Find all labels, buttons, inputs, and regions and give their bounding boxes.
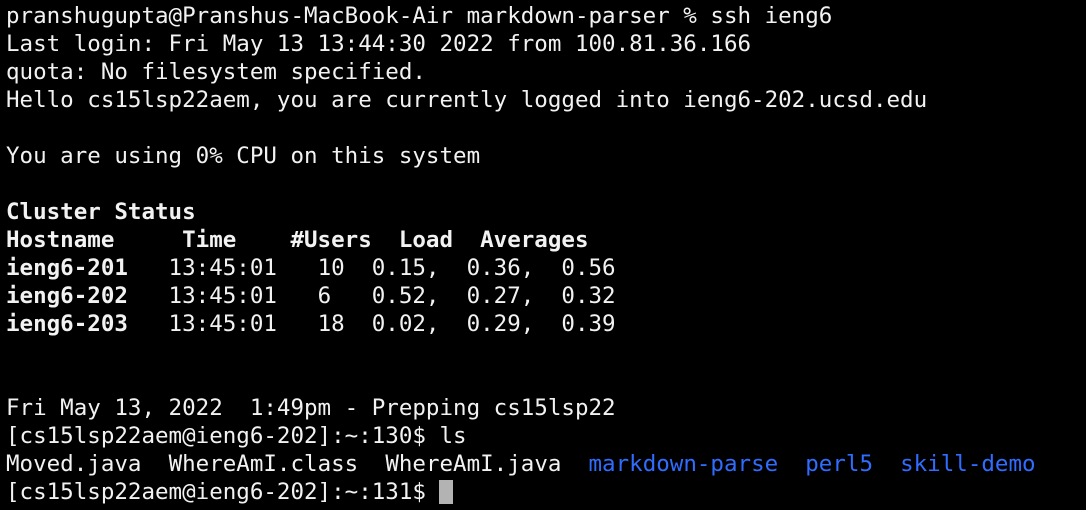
ssh-command-line: pranshugupta@Pranshus-MacBook-Air markdo… [6, 3, 833, 29]
cluster-row-values: 13:45:01 6 0.52, 0.27, 0.32 [127, 283, 616, 309]
ls-prompt-line: [cs15lsp22aem@ieng6-202]:~:130$ ls [6, 423, 467, 449]
motd-line: Fri May 13, 2022 1:49pm - Prepping cs15l… [6, 395, 616, 421]
ls-separator [358, 451, 385, 477]
cluster-row-values: 13:45:01 10 0.15, 0.36, 0.56 [127, 255, 616, 281]
text-cursor[interactable] [439, 480, 454, 504]
ls-separator [561, 451, 588, 477]
ls-directory-entry: skill-demo [900, 451, 1036, 477]
cpu-usage-line: You are using 0% CPU on this system [6, 143, 481, 169]
cluster-hostname: ieng6-202 [6, 283, 128, 309]
last-login-line: Last login: Fri May 13 13:44:30 2022 fro… [6, 31, 752, 57]
cluster-row: ieng6-203 13:45:01 18 0.02, 0.29, 0.39 [6, 310, 1086, 338]
cluster-row-values: 13:45:01 18 0.02, 0.29, 0.39 [127, 311, 616, 337]
cluster-row: ieng6-201 13:45:01 10 0.15, 0.36, 0.56 [6, 254, 1086, 282]
cluster-row: ieng6-202 13:45:01 6 0.52, 0.27, 0.32 [6, 282, 1086, 310]
ls-separator [141, 451, 168, 477]
ls-separator [873, 451, 900, 477]
ls-directory-entry: markdown-parse [588, 451, 779, 477]
ls-output-line: Moved.java WhereAmI.class WhereAmI.java … [6, 450, 1086, 478]
hello-line: Hello cs15lsp22aem, you are currently lo… [6, 87, 928, 113]
ls-separator [778, 451, 805, 477]
ls-directory-entry: perl5 [805, 451, 873, 477]
ls-file-entry: Moved.java [6, 451, 142, 477]
ls-file-entry: WhereAmI.class [168, 451, 359, 477]
ls-file-entry: WhereAmI.java [385, 451, 562, 477]
cluster-table-header: Hostname Time #Users Load Averages [6, 227, 589, 253]
current-prompt-line[interactable]: [cs15lsp22aem@ieng6-202]:~:131$ [6, 478, 1086, 506]
shell-prompt: [cs15lsp22aem@ieng6-202]:~:131$ [6, 479, 440, 505]
cluster-status-title: Cluster Status [6, 199, 196, 225]
cluster-hostname: ieng6-203 [6, 311, 128, 337]
cluster-hostname: ieng6-201 [6, 255, 128, 281]
terminal-window[interactable]: pranshugupta@Pranshus-MacBook-Air markdo… [0, 0, 1086, 510]
quota-line: quota: No filesystem specified. [6, 59, 426, 85]
